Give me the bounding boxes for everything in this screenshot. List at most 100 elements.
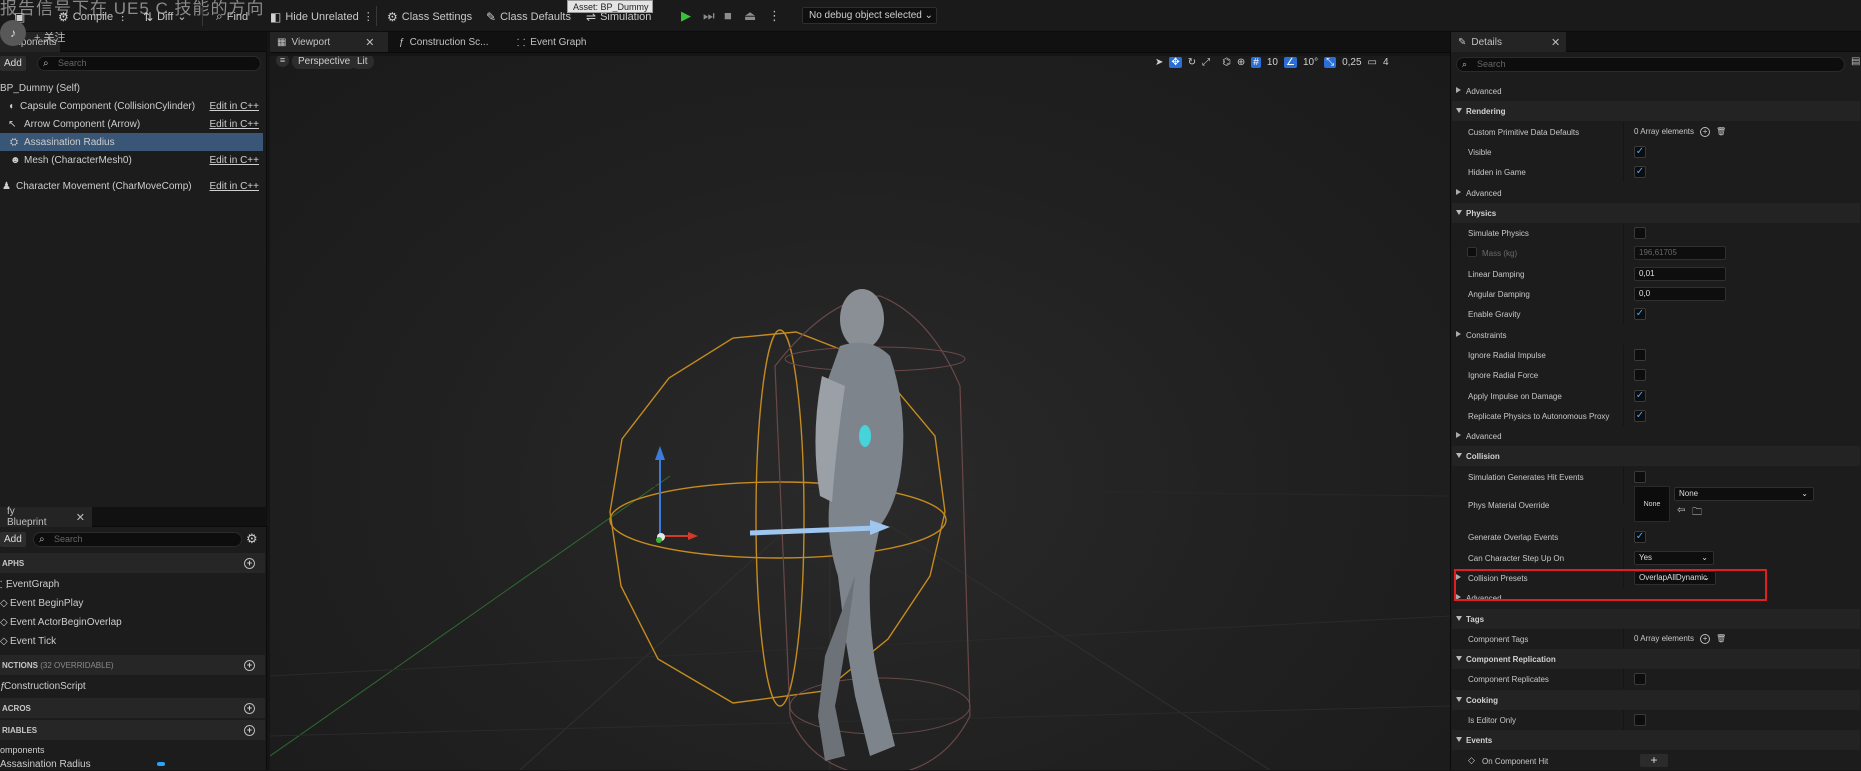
number-field[interactable]: 0,01: [1634, 267, 1726, 281]
close-icon[interactable]: ✕: [365, 36, 374, 49]
class-defaults-button[interactable]: ✎ Class Defaults: [486, 8, 571, 25]
trash-icon[interactable]: 🗑: [1716, 127, 1726, 136]
add-element-icon[interactable]: +: [1700, 127, 1711, 137]
details-settings-icon[interactable]: ▤: [1851, 56, 1860, 67]
section-cooking[interactable]: Cooking: [1452, 690, 1860, 710]
lit-button[interactable]: Lit: [351, 56, 374, 69]
close-icon[interactable]: ✕: [1551, 36, 1560, 49]
tree-item-mesh[interactable]: ☻ Mesh (CharacterMesh0) Edit in C++: [0, 151, 265, 169]
checkbox[interactable]: ✓: [1634, 410, 1646, 422]
checkbox[interactable]: ✓: [1634, 146, 1646, 158]
edit-in-cpp-link[interactable]: Edit in C++: [210, 155, 259, 166]
checkbox[interactable]: ✓: [1634, 390, 1646, 402]
add-button[interactable]: Add: [0, 532, 26, 547]
close-icon[interactable]: ✕: [76, 511, 85, 524]
number-field[interactable]: 0,0: [1634, 287, 1726, 301]
edit-in-cpp-link[interactable]: Edit in C++: [210, 119, 259, 130]
tree-item-assasination-radius[interactable]: ⛭ Assasination Radius: [0, 133, 263, 151]
add-event-button[interactable]: +: [1640, 754, 1668, 767]
material-thumbnail[interactable]: None: [1634, 486, 1670, 522]
checkbox[interactable]: ✓: [1634, 531, 1646, 543]
use-selected-icon[interactable]: ⇦: [1677, 505, 1685, 516]
material-dropdown[interactable]: None ⌄: [1674, 487, 1814, 501]
add-element-icon[interactable]: +: [1700, 634, 1711, 644]
debug-object-select[interactable]: No debug object selected ⌄: [802, 7, 937, 24]
gear-icon[interactable]: ⚙: [246, 531, 258, 547]
tree-item-capsule[interactable]: ◖ Capsule Component (CollisionCylinder) Ed…: [0, 97, 265, 115]
add-component-button[interactable]: Add: [0, 56, 26, 71]
grid-snap-icon[interactable]: #: [1251, 57, 1261, 68]
event-item[interactable]: ◇ Event ActorBeginOverlap: [0, 613, 122, 631]
tab-details[interactable]: ✎ Details ✕: [1451, 32, 1566, 52]
details-search-input[interactable]: ⌕ Search: [1456, 57, 1845, 72]
section-component-replication[interactable]: Component Replication: [1452, 649, 1860, 669]
checkbox[interactable]: [1634, 349, 1646, 361]
tree-item-arrow[interactable]: ↖ Arrow Component (Arrow) Edit in C++: [0, 115, 265, 133]
hide-unrelated-button[interactable]: ◧ Hide Unrelated ⋮: [270, 8, 374, 25]
section-physics[interactable]: Physics: [1452, 203, 1860, 223]
tab-event-graph[interactable]: ⸬ Event Graph: [510, 32, 620, 52]
scale-snap-icon[interactable]: ⤡: [1324, 57, 1337, 68]
scale-tool-icon[interactable]: ⤢: [1202, 57, 1210, 68]
class-settings-button[interactable]: ⚙ Class Settings: [387, 8, 472, 25]
tree-item-self[interactable]: BP_Dummy (Self): [0, 79, 265, 97]
prop-advanced[interactable]: Advanced: [1452, 426, 1860, 446]
tab-viewport[interactable]: ▦ Viewport ✕: [270, 32, 388, 52]
edit-in-cpp-link[interactable]: Edit in C++: [210, 101, 259, 112]
tab-my-blueprint[interactable]: fy Blueprint ✕: [0, 506, 92, 528]
prop-constraints[interactable]: Constraints: [1452, 325, 1860, 345]
perspective-button[interactable]: Perspective: [292, 56, 357, 69]
event-item[interactable]: ◇ Event BeginPlay: [0, 594, 83, 612]
section-events[interactable]: Events: [1452, 730, 1860, 750]
prop-advanced[interactable]: Advanced: [1452, 183, 1860, 203]
components-search-input[interactable]: ⌕ Search: [37, 56, 261, 71]
browse-icon[interactable]: 🗀: [1692, 505, 1702, 522]
mass-override-checkbox[interactable]: [1467, 247, 1477, 257]
graph-item[interactable]: ⸬ EventGraph: [0, 575, 59, 593]
select-tool-icon[interactable]: ➤: [1155, 57, 1163, 68]
expand-arrow-icon[interactable]: [1456, 432, 1461, 438]
checkbox[interactable]: [1634, 369, 1646, 381]
rotation-snap-icon[interactable]: ∠: [1283, 57, 1297, 68]
section-tags[interactable]: Tags: [1452, 609, 1860, 629]
graphs-section-header[interactable]: APHS +: [0, 553, 265, 573]
checkbox[interactable]: ✓: [1634, 308, 1646, 320]
functions-section-header[interactable]: NCTIONS (32 OVERRIDABLE) +: [0, 655, 265, 675]
tree-item-character-movement[interactable]: ♟ Character Movement (CharMoveComp) Edit i…: [0, 177, 265, 195]
checkbox[interactable]: [1634, 471, 1646, 483]
dropdown[interactable]: Yes ⌄: [1634, 551, 1714, 565]
add-function-icon[interactable]: +: [244, 659, 255, 671]
play-icon[interactable]: ▶: [681, 8, 691, 24]
variables-section-header[interactable]: RIABLES +: [0, 720, 265, 740]
camera-speed-icon[interactable]: ▭: [1368, 57, 1377, 68]
surface-snap-icon[interactable]: ⊕: [1237, 57, 1245, 68]
play-options-icon[interactable]: ⋮: [768, 8, 781, 24]
add-macro-icon[interactable]: +: [244, 702, 255, 714]
event-item[interactable]: ◇ Event Tick: [0, 632, 56, 650]
find-button[interactable]: ⌕ Find: [216, 8, 248, 25]
compile-button[interactable]: ⚙ Compile ⋮: [58, 8, 128, 25]
diff-button[interactable]: ⇅ Diff ⌄: [143, 8, 187, 25]
checkbox[interactable]: [1634, 714, 1646, 726]
checkbox[interactable]: [1634, 673, 1646, 685]
hide-options-icon[interactable]: ⋮: [363, 10, 374, 23]
checkbox[interactable]: [1634, 227, 1646, 239]
function-item[interactable]: ƒ ConstructionScript: [0, 677, 86, 695]
blueprint-search-input[interactable]: ⌕ Search: [33, 532, 242, 547]
section-rendering[interactable]: Rendering: [1452, 101, 1860, 121]
macros-section-header[interactable]: ACROS +: [0, 698, 265, 718]
compile-options-icon[interactable]: ⋮: [117, 10, 128, 23]
prop-advanced[interactable]: Advanced: [1452, 81, 1860, 101]
stop-icon[interactable]: ■: [724, 8, 732, 23]
translate-tool-icon[interactable]: ✥: [1169, 57, 1182, 68]
eject-icon[interactable]: ⏏: [744, 8, 756, 24]
advance-frame-icon[interactable]: ⏭: [703, 8, 715, 24]
trash-icon[interactable]: 🗑: [1716, 634, 1726, 643]
checkbox[interactable]: ✓: [1634, 166, 1646, 178]
edit-in-cpp-link[interactable]: Edit in C++: [210, 181, 259, 192]
expand-arrow-icon[interactable]: [1456, 189, 1461, 195]
tab-construction-script[interactable]: ƒ Construction Sc...: [392, 32, 502, 52]
section-collision[interactable]: Collision: [1452, 446, 1860, 466]
expand-arrow-icon[interactable]: [1456, 87, 1461, 93]
world-local-icon[interactable]: ⌬: [1222, 57, 1231, 68]
